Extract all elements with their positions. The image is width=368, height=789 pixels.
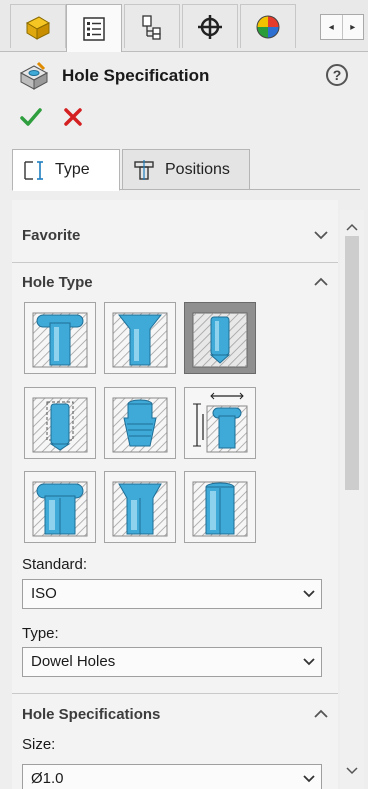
- tab-positions[interactable]: Positions: [122, 149, 250, 190]
- tab-scroll-arrows: ◂ ▸: [320, 14, 364, 40]
- hole-type-tapered-tap-button[interactable]: [104, 387, 176, 459]
- hole-wizard-icon: [19, 61, 49, 90]
- chevron-up-icon[interactable]: [313, 708, 329, 720]
- help-icon[interactable]: ?: [326, 64, 348, 86]
- size-label: Size:: [22, 736, 56, 753]
- type-select[interactable]: Dowel Holes: [22, 647, 322, 677]
- chevron-down-icon: [303, 775, 315, 783]
- counterbore-slot-icon: [32, 481, 88, 537]
- scroll-up-arrow-icon[interactable]: [340, 218, 364, 236]
- dimxpertmanager-tab[interactable]: [182, 4, 238, 48]
- size-value: Ø1.0: [31, 770, 64, 787]
- hole-type-hole-button[interactable]: [184, 302, 256, 374]
- hole-specifications-section-header[interactable]: Hole Specifications: [22, 706, 160, 723]
- tab-positions-label: Positions: [165, 160, 230, 178]
- section-divider: [12, 693, 338, 694]
- standard-value: ISO: [31, 585, 57, 602]
- featuremanager-icon: [25, 15, 51, 40]
- slot-icon: [192, 481, 248, 537]
- positions-tab-icon: [134, 159, 154, 180]
- featuremanager-tab[interactable]: [10, 4, 66, 48]
- hole-type-straight-tap-button[interactable]: [24, 387, 96, 459]
- scrollbar-thumb[interactable]: [345, 236, 359, 490]
- type-tab-icon: [24, 161, 43, 180]
- countersink-icon: [112, 312, 168, 368]
- ok-check-icon[interactable]: [20, 106, 42, 128]
- hole-tabs: Type Positions: [0, 144, 368, 194]
- hole-type-legacy-button[interactable]: [184, 387, 256, 459]
- tab-type[interactable]: Type: [12, 149, 120, 191]
- chevron-up-icon[interactable]: [313, 276, 329, 288]
- panel-scrollbar[interactable]: [340, 210, 364, 789]
- configurationmanager-icon: [142, 14, 161, 40]
- configurationmanager-tab[interactable]: [124, 4, 180, 48]
- propertymanager-icon: [83, 16, 105, 41]
- chevron-down-icon: [303, 658, 315, 666]
- hole-type-slot-button[interactable]: [184, 471, 256, 543]
- chevron-down-icon: [303, 590, 315, 598]
- cancel-x-icon[interactable]: [62, 106, 84, 128]
- size-select[interactable]: Ø1.0: [22, 764, 322, 789]
- hole-type-countersink-slot-button[interactable]: [104, 471, 176, 543]
- type-value: Dowel Holes: [31, 653, 116, 670]
- hole-type-counterbore-slot-button[interactable]: [24, 471, 96, 543]
- scroll-down-arrow-icon[interactable]: [340, 762, 364, 780]
- tab-scroll-right-button[interactable]: ▸: [343, 15, 364, 39]
- hole-type-countersink-button[interactable]: [104, 302, 176, 374]
- tab-type-label: Type: [55, 161, 90, 178]
- hole-type-section-header[interactable]: Hole Type: [22, 274, 93, 291]
- hole-type-counterbore-button[interactable]: [24, 302, 96, 374]
- page-title: Hole Specification: [62, 66, 210, 85]
- manager-tab-bar: ◂ ▸: [0, 0, 368, 52]
- counterbore-icon: [32, 312, 88, 368]
- favorite-section-header[interactable]: Favorite: [22, 227, 80, 244]
- displaymanager-tab[interactable]: [240, 4, 296, 48]
- propertymanager-tab[interactable]: [66, 4, 122, 52]
- section-divider: [12, 262, 338, 263]
- standard-select[interactable]: ISO: [22, 579, 322, 609]
- hole-icon: [192, 312, 248, 368]
- chevron-down-icon[interactable]: [313, 229, 329, 241]
- tab-scroll-left-button[interactable]: ◂: [321, 15, 343, 39]
- property-manager-header: Hole Specification ?: [0, 52, 368, 144]
- standard-label: Standard:: [22, 556, 88, 573]
- legacy-hole-icon: [193, 392, 248, 453]
- tapered-tap-icon: [112, 397, 168, 453]
- displaymanager-icon: [256, 15, 280, 38]
- countersink-slot-icon: [112, 481, 168, 537]
- type-label: Type:: [22, 625, 59, 642]
- dimxpertmanager-icon: [198, 14, 222, 39]
- straight-tap-icon: [32, 397, 88, 453]
